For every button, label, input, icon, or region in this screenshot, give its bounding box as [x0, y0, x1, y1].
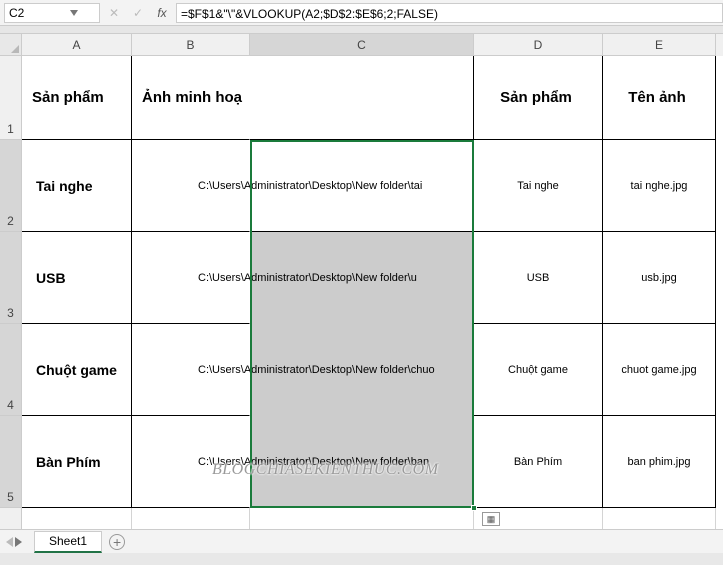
column-header-B[interactable]: B	[132, 34, 250, 56]
cell-B6[interactable]	[132, 508, 250, 529]
cell-B2[interactable]	[132, 140, 250, 232]
data-row-6	[22, 508, 723, 529]
cell-B3[interactable]	[132, 232, 250, 324]
cell-A3[interactable]: USB	[22, 232, 132, 324]
cancel-icon[interactable]: ✕	[106, 5, 122, 21]
row-header-5[interactable]: 5	[0, 416, 22, 508]
cell-E4[interactable]: chuot game.jpg	[603, 324, 716, 416]
status-bar	[0, 553, 723, 565]
cell-D2[interactable]: Tai nghe	[474, 140, 603, 232]
cell-E6[interactable]	[603, 508, 716, 529]
row-headers: 1 2 3 4 5	[0, 56, 22, 529]
formula-bar-buttons: ✕ ✓ fx	[100, 5, 176, 21]
cells-container: Sản phẩm Ảnh minh hoạ Sản phẩm Tên ảnh T…	[22, 56, 723, 529]
cell-B4[interactable]	[132, 324, 250, 416]
formula-input[interactable]: =$F$1&"\"&VLOOKUP(A2;$D$2:$E$6;2;FALSE)	[176, 3, 723, 23]
column-header-E[interactable]: E	[603, 34, 716, 56]
cell-C1[interactable]	[250, 56, 474, 140]
insert-function-icon[interactable]: fx	[154, 5, 170, 21]
row-header-1[interactable]: 1	[0, 56, 22, 140]
horizontal-scrollbar[interactable]	[445, 537, 705, 553]
cell-D3[interactable]: USB	[474, 232, 603, 324]
cell-A6[interactable]	[22, 508, 132, 529]
column-headers: A B C D E	[0, 34, 723, 56]
row-header-6[interactable]	[0, 508, 22, 529]
cell-C6[interactable]	[250, 508, 474, 529]
autofill-options-icon[interactable]: ▦	[482, 512, 500, 526]
row-header-4[interactable]: 4	[0, 324, 22, 416]
enter-icon[interactable]: ✓	[130, 5, 146, 21]
cell-A5[interactable]: Bàn Phím	[22, 416, 132, 508]
column-header-D[interactable]: D	[474, 34, 603, 56]
data-row-1: Sản phẩm Ảnh minh hoạ Sản phẩm Tên ảnh	[22, 56, 723, 140]
data-row-2: Tai nghe Tai nghe tai nghe.jpg	[22, 140, 723, 232]
cell-A4[interactable]: Chuột game	[22, 324, 132, 416]
cell-E1[interactable]: Tên ảnh	[603, 56, 716, 140]
name-box[interactable]: C2	[4, 3, 100, 23]
row-header-3[interactable]: 3	[0, 232, 22, 324]
cell-A1[interactable]: Sản phẩm	[22, 56, 132, 140]
tab-nav	[6, 537, 30, 547]
fill-handle[interactable]	[471, 505, 477, 511]
cell-B1[interactable]: Ảnh minh hoạ	[132, 56, 250, 140]
formula-bar: C2 ✕ ✓ fx =$F$1&"\"&VLOOKUP(A2;$D$2:$E$6…	[0, 0, 723, 26]
name-box-dropdown-icon[interactable]	[52, 6, 95, 20]
cell-D4[interactable]: Chuột game	[474, 324, 603, 416]
cell-E5[interactable]: ban phim.jpg	[603, 416, 716, 508]
cell-E2[interactable]: tai nghe.jpg	[603, 140, 716, 232]
select-all-triangle[interactable]	[0, 34, 22, 56]
sheet-tab-active[interactable]: Sheet1	[34, 531, 102, 553]
tab-scroll-left-icon[interactable]	[6, 537, 13, 547]
column-header-A[interactable]: A	[22, 34, 132, 56]
selection-fill	[250, 232, 474, 508]
name-box-value: C2	[9, 6, 52, 20]
cell-A2[interactable]: Tai nghe	[22, 140, 132, 232]
cell-D5[interactable]: Bàn Phím	[474, 416, 603, 508]
ribbon-strip	[0, 26, 723, 34]
add-sheet-button[interactable]: +	[106, 531, 128, 553]
tab-scroll-right-icon[interactable]	[15, 537, 22, 547]
cell-B5[interactable]	[132, 416, 250, 508]
cell-D1[interactable]: Sản phẩm	[474, 56, 603, 140]
cell-C2[interactable]	[250, 140, 474, 232]
cell-E3[interactable]: usb.jpg	[603, 232, 716, 324]
worksheet-grid[interactable]: A B C D E 1 2 3 4 5 Sản phẩm Ảnh minh ho…	[0, 34, 723, 529]
column-header-C[interactable]: C	[250, 34, 474, 56]
row-header-2[interactable]: 2	[0, 140, 22, 232]
